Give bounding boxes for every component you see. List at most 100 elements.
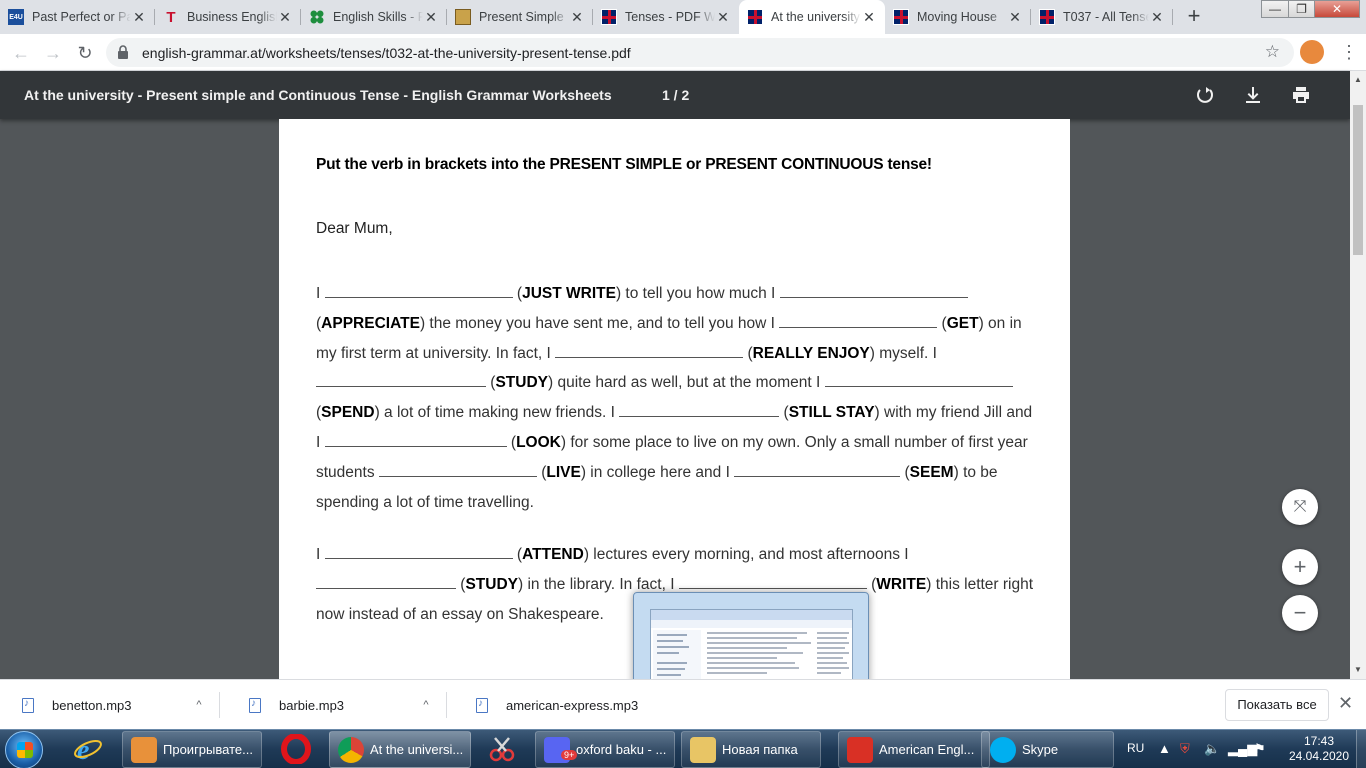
tab-close-icon[interactable]: ✕ bbox=[715, 9, 731, 25]
tab-close-icon[interactable]: ✕ bbox=[277, 9, 293, 25]
taskbar-item[interactable]: Новая папка bbox=[681, 731, 821, 768]
answer-blank[interactable] bbox=[678, 577, 867, 589]
audio-file-icon bbox=[249, 697, 261, 713]
snipping-tool-icon[interactable] bbox=[487, 734, 517, 764]
close-window-button[interactable]: ✕ bbox=[1314, 0, 1360, 18]
browser-tab[interactable]: English Skills - Present✕ bbox=[301, 0, 447, 34]
download-options-caret-icon[interactable]: ^ bbox=[192, 699, 206, 711]
download-item[interactable]: benetton.mp3 ^ bbox=[22, 680, 220, 730]
download-item[interactable]: american-express.mp3 bbox=[476, 680, 646, 730]
browser-tab[interactable]: Tenses - PDF Worksheets✕ bbox=[593, 0, 739, 34]
action-center-flag-icon[interactable]: ⚑ bbox=[1254, 741, 1266, 757]
tab-title: Past Perfect or Past Simple bbox=[32, 10, 131, 24]
answer-blank[interactable] bbox=[324, 547, 513, 559]
answer-blank[interactable] bbox=[324, 435, 507, 447]
show-all-downloads-button[interactable]: Показать все bbox=[1225, 689, 1329, 721]
notification-badge: 9+ bbox=[561, 750, 578, 760]
answer-blank[interactable] bbox=[824, 375, 1013, 388]
text-run: I bbox=[316, 546, 325, 563]
browser-tab[interactable]: At the university - Present✕ bbox=[739, 0, 885, 34]
answer-blank[interactable] bbox=[619, 405, 780, 418]
start-button[interactable] bbox=[5, 731, 43, 768]
tab-close-icon[interactable]: ✕ bbox=[1007, 9, 1023, 25]
tab-close-icon[interactable]: ✕ bbox=[423, 9, 439, 25]
text-run: I bbox=[316, 285, 325, 302]
system-clock[interactable]: 17:43 24.04.2020 bbox=[1288, 734, 1350, 764]
new-tab-button[interactable]: + bbox=[1180, 4, 1208, 30]
download-filename: benetton.mp3 bbox=[52, 697, 132, 713]
download-shelf: benetton.mp3 ^ barbie.mp3 ^ american-express… bbox=[0, 679, 1366, 729]
tab-close-icon[interactable]: ✕ bbox=[131, 9, 147, 25]
zoom-in-button[interactable]: + bbox=[1282, 549, 1318, 585]
zoom-out-button[interactable]: − bbox=[1282, 595, 1318, 631]
tray-app-icon[interactable]: ⛨ bbox=[1180, 741, 1190, 757]
forward-icon[interactable]: → bbox=[40, 40, 66, 66]
browser-tab[interactable]: Moving House ✕ bbox=[885, 0, 1031, 34]
answer-blank[interactable] bbox=[779, 316, 938, 328]
language-indicator[interactable]: RU bbox=[1127, 741, 1144, 755]
taskbar-item[interactable]: American Engl... bbox=[838, 731, 990, 768]
opera-icon[interactable] bbox=[281, 734, 311, 764]
tab-favicon-icon bbox=[601, 9, 617, 25]
verb-prompt: STUDY bbox=[465, 575, 519, 593]
browser-tab[interactable]: T037 - All Tenses✕ bbox=[1031, 0, 1173, 34]
scroll-down-icon[interactable]: ▼ bbox=[1354, 665, 1362, 674]
tab-favicon-icon bbox=[893, 9, 909, 25]
menu-icon[interactable]: ⋮ bbox=[1340, 40, 1358, 64]
profile-avatar[interactable] bbox=[1300, 40, 1324, 64]
answer-blank[interactable] bbox=[378, 465, 537, 477]
minimize-button[interactable]: — bbox=[1261, 0, 1289, 18]
answer-blank[interactable] bbox=[734, 465, 901, 477]
text-run: ( bbox=[900, 463, 910, 481]
verb-prompt: REALLY ENJOY bbox=[752, 344, 870, 362]
tray-expand-icon[interactable]: ▲ bbox=[1158, 741, 1171, 756]
browser-tab[interactable]: T Business English ✕ bbox=[155, 0, 301, 34]
browser-tab[interactable]: E4U Past Perfect or Past Simple✕ bbox=[0, 0, 155, 34]
taskbar-item[interactable]: At the universi... bbox=[329, 731, 471, 768]
download-item[interactable]: barbie.mp3 ^ bbox=[249, 680, 447, 730]
audio-file-icon bbox=[22, 697, 34, 713]
taskbar-item-label: American Engl... bbox=[879, 742, 975, 757]
answer-blank[interactable] bbox=[779, 286, 968, 298]
reload-icon[interactable]: ↻ bbox=[72, 40, 98, 66]
internet-explorer-icon[interactable]: e bbox=[73, 734, 103, 764]
text-run: ) lectures every morning, and most after… bbox=[583, 546, 909, 563]
taskbar-item[interactable]: Проигрывате... bbox=[122, 731, 262, 768]
taskbar-item[interactable]: Skype bbox=[981, 731, 1114, 768]
verb-prompt: LOOK bbox=[516, 433, 561, 451]
print-icon[interactable] bbox=[1289, 83, 1313, 107]
download-options-caret-icon[interactable]: ^ bbox=[419, 699, 433, 711]
answer-blank[interactable] bbox=[324, 286, 513, 298]
text-run: ( bbox=[506, 433, 517, 451]
show-desktop-button[interactable] bbox=[1356, 730, 1366, 768]
answer-blank[interactable] bbox=[316, 577, 456, 589]
page-scrollbar[interactable]: ▲ ▼ bbox=[1350, 71, 1366, 679]
network-icon[interactable]: ▂▄▆ bbox=[1228, 741, 1257, 757]
download-icon[interactable] bbox=[1241, 83, 1265, 107]
scrollbar-thumb[interactable] bbox=[1353, 105, 1363, 255]
maximize-button[interactable]: ❐ bbox=[1288, 0, 1315, 18]
answer-blank[interactable] bbox=[555, 346, 744, 358]
tab-close-icon[interactable]: ✕ bbox=[861, 9, 877, 25]
bookmark-star-icon[interactable]: ☆ bbox=[1265, 42, 1280, 62]
back-icon[interactable]: ← bbox=[8, 40, 34, 66]
address-bar[interactable]: english-grammar.at/worksheets/tenses/t03… bbox=[106, 38, 1294, 67]
audio-file-icon bbox=[476, 697, 488, 713]
taskbar-item-label: oxford baku - ... bbox=[576, 742, 667, 757]
browser-tab[interactable]: Present Simple ✕ bbox=[447, 0, 593, 34]
answer-blank[interactable] bbox=[316, 375, 486, 388]
taskbar-item[interactable]: oxford baku - ... bbox=[535, 731, 675, 768]
close-shelf-icon[interactable]: ✕ bbox=[1338, 693, 1353, 714]
volume-icon[interactable]: 🔈 bbox=[1204, 741, 1220, 757]
scroll-up-icon[interactable]: ▲ bbox=[1354, 75, 1362, 84]
tab-title: T037 - All Tenses bbox=[1063, 10, 1149, 24]
verb-prompt: STILL STAY bbox=[788, 404, 875, 422]
verb-prompt: WRITE bbox=[876, 575, 927, 593]
fit-page-icon[interactable]: ⤧ bbox=[1282, 489, 1318, 525]
url-text: english-grammar.at/worksheets/tenses/t03… bbox=[142, 45, 631, 61]
tab-close-icon[interactable]: ✕ bbox=[1149, 9, 1165, 25]
rotate-icon[interactable] bbox=[1193, 83, 1217, 107]
text-run: ) to tell you how much I bbox=[615, 285, 780, 302]
text-run: ) quite hard as well, but at the moment … bbox=[548, 374, 825, 392]
tab-close-icon[interactable]: ✕ bbox=[569, 9, 585, 25]
